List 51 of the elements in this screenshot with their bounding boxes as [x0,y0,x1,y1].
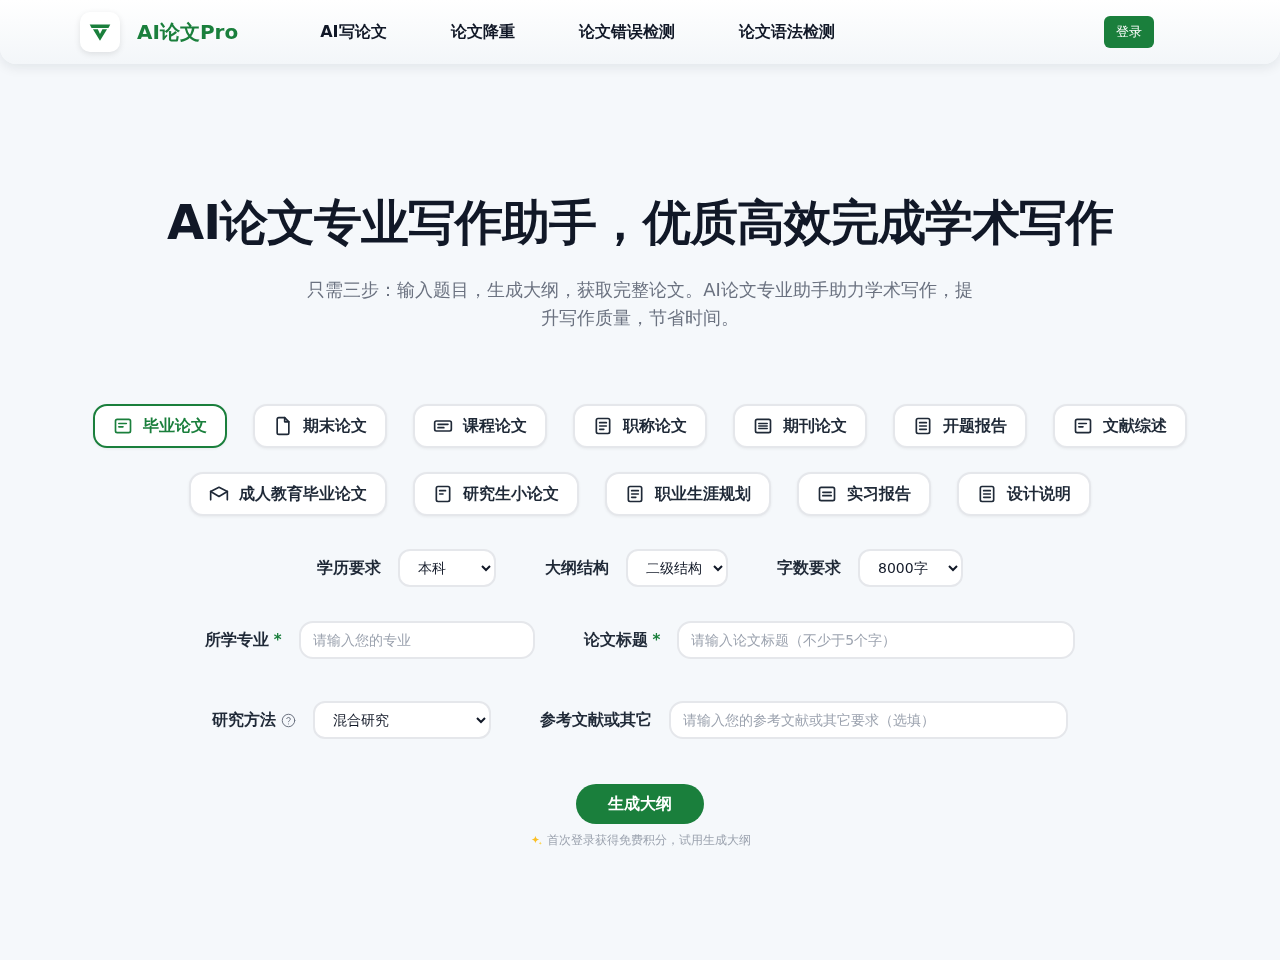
field-label: 字数要求 [777,557,841,579]
document-icon [1073,416,1093,436]
document-icon [625,484,645,504]
paper-type-button[interactable]: 设计说明 [957,472,1091,516]
hint-text: 首次登录获得免费积分，试用生成大纲 [546,832,751,848]
paper-type-button[interactable]: 成人教育毕业论文 [189,472,387,516]
file-icon [273,416,293,436]
login-button[interactable]: 登录 [1104,16,1154,48]
envelope-icon [209,484,229,504]
paper-type-button[interactable]: 期末论文 [253,404,387,448]
page-subtitle: 只需三步：输入题目，生成大纲，获取完整论文。AI论文专业助手助力学术写作，提升写作质量，节省时间。 [306,278,974,330]
field-label: 所学专业 [204,629,269,651]
document-icon [817,484,837,504]
required-mark: * [273,631,282,649]
paper-type-button[interactable]: 职称论文 [573,404,707,448]
logo-icon[interactable] [80,12,120,52]
brand-name: AI论文Pro [137,18,239,46]
select-field[interactable]: 本科 [398,549,496,587]
document-icon [913,416,933,436]
input-field[interactable]: 请输入您的专业 [298,621,535,659]
nav-link[interactable]: AI写论文 [320,21,387,43]
paper-type-button[interactable]: 开题报告 [893,404,1027,448]
document-icon [753,416,773,436]
field-label: 论文标题 [583,629,648,651]
field-label: 参考文献或其它 [540,709,652,731]
field-label: 学历要求 [317,557,381,579]
paper-type-button[interactable]: 实习报告 [797,472,931,516]
required-mark: * [652,631,661,649]
select-field[interactable]: 8000字 [858,549,963,587]
input-field[interactable]: 请输入论文标题（不少于5个字） [677,621,1076,659]
input-field[interactable]: 请输入您的参考文献或其它要求（选填） [669,701,1068,739]
paper-type-button[interactable]: 职业生涯规划 [605,472,771,516]
generate-button[interactable]: 生成大纲 [576,784,704,824]
paper-type-button[interactable]: 毕业论文 [93,404,227,448]
field-label: 大纲结构 [545,557,609,579]
nav-link[interactable]: 论文降重 [450,21,515,43]
document-icon [977,484,997,504]
document-icon [433,484,453,504]
select-field[interactable]: 混合研究 [313,701,491,739]
paper-type-button[interactable]: 期刊论文 [733,404,867,448]
select-field[interactable]: 二级结构 [626,549,728,587]
field-label: 研究方法 [212,709,276,731]
sparkle-icon [529,833,543,847]
page-title: AI论文专业写作助手，优质高效完成学术写作 [167,193,1113,252]
nav-link[interactable]: 论文错误检测 [578,21,675,43]
paper-type-button[interactable]: 文献综述 [1053,404,1187,448]
paper-type-button[interactable]: 研究生小论文 [413,472,579,516]
document-icon [113,416,133,436]
document-icon [593,416,613,436]
paper-type-button[interactable]: 课程论文 [413,404,547,448]
nav-link[interactable]: 论文语法检测 [738,21,835,43]
